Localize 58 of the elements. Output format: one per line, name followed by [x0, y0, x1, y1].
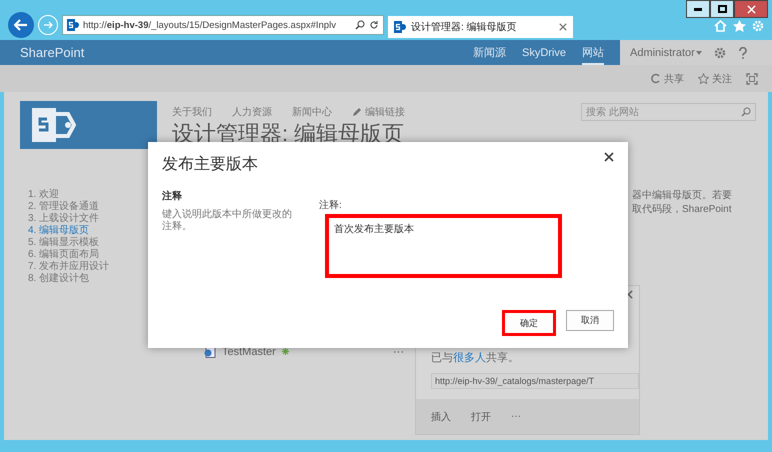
suite-link[interactable]: 新闻源: [472, 40, 506, 65]
new-item-icon: [282, 348, 289, 355]
nav-link[interactable]: 关于我们: [172, 105, 212, 119]
close-icon: [746, 4, 756, 14]
address-bar[interactable]: http://eip-hv-39/_layouts/15/DesignMasterPages.aspx#Inplv: [62, 15, 384, 35]
section-title: 注释: [162, 189, 183, 203]
refresh-icon: [650, 73, 661, 84]
close-icon: [604, 152, 614, 162]
pencil-icon: [352, 108, 361, 116]
body-text: 器中编辑母版页。若要 取代码段，SharePoint: [632, 189, 733, 217]
maximize-icon: [718, 5, 726, 13]
sharepoint-logo-icon: [394, 21, 406, 33]
minimize-icon: [694, 8, 702, 10]
site-logo[interactable]: [20, 101, 157, 149]
refresh-icon: [369, 20, 379, 30]
suite-link[interactable]: SkyDrive: [522, 42, 566, 64]
settings-icon[interactable]: [714, 46, 726, 58]
dialog-title: 发布主要版本: [162, 154, 258, 175]
caret-icon: [696, 50, 702, 54]
browser-tab[interactable]: 设计管理器: 编辑母版页: [388, 16, 573, 38]
focus-icon[interactable]: [746, 72, 758, 84]
people-link[interactable]: 很多人: [453, 352, 486, 364]
nav-link[interactable]: 人力资源: [232, 105, 272, 119]
maximize-button[interactable]: [710, 0, 734, 18]
url-field[interactable]: http://eip-hv-39/_catalogs/masterpage/T: [431, 373, 639, 389]
callout-action[interactable]: 打开: [471, 410, 491, 424]
file-name[interactable]: TestMaster: [222, 346, 276, 358]
share-button[interactable]: 共享: [650, 72, 684, 86]
field-label: 注释:: [319, 198, 343, 212]
brand-name: SharePoint: [20, 45, 86, 60]
star-icon[interactable]: [733, 20, 746, 32]
callout-action[interactable]: 插入: [431, 410, 451, 424]
search-icon: [741, 107, 751, 117]
back-arrow-icon: [14, 19, 28, 31]
close-icon: [559, 23, 567, 31]
search-icon: [355, 20, 365, 30]
url-text: http://eip-hv-39/_layouts/15/DesignMasterPages.aspx#Inplv: [83, 20, 337, 30]
minimize-button[interactable]: [686, 0, 710, 18]
back-button[interactable]: [8, 12, 34, 38]
section-description: 键入说明此版本中所做更改的注释。: [162, 209, 293, 233]
cancel-button[interactable]: 取消: [566, 310, 614, 331]
edit-links-link[interactable]: 编辑链接: [365, 105, 405, 119]
comment-field[interactable]: 首次发布主要版本: [325, 214, 562, 278]
close-button[interactable]: [734, 0, 768, 18]
forward-arrow-icon: [43, 21, 53, 29]
nav-link[interactable]: 新闻中心: [292, 105, 332, 119]
sharepoint-logo-icon: [32, 108, 76, 142]
callout-action[interactable]: ···: [511, 411, 521, 422]
close-button[interactable]: [604, 152, 614, 162]
help-icon[interactable]: [738, 46, 748, 58]
search-field[interactable]: 搜索 此网站: [581, 103, 756, 121]
sharepoint-logo-icon: [67, 19, 79, 31]
follow-button[interactable]: 关注: [698, 72, 732, 86]
star-icon: [698, 73, 709, 84]
ok-button[interactable]: 确定: [502, 310, 556, 336]
shared-text: 已与很多人共享。: [431, 350, 520, 365]
user-menu[interactable]: Administrator: [630, 46, 695, 58]
more-options-button[interactable]: ···: [393, 346, 404, 358]
